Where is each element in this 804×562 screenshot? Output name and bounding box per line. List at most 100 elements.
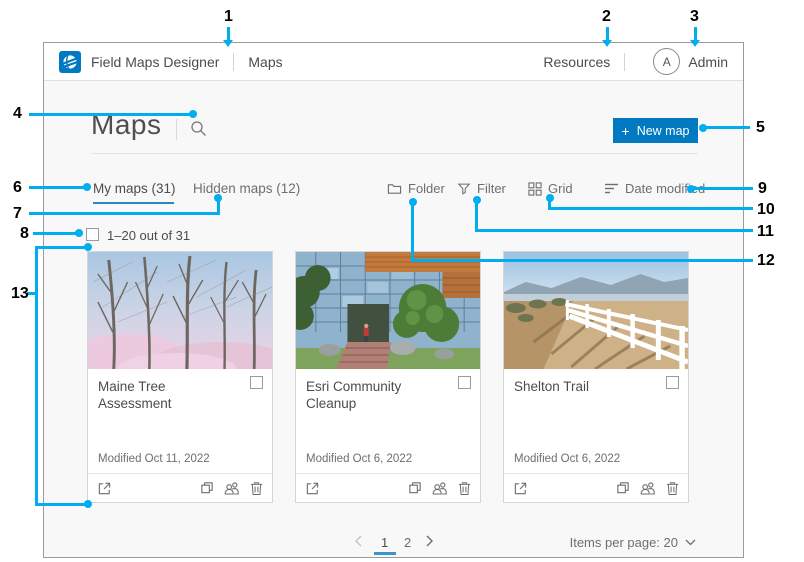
pagination-active-underline	[374, 552, 396, 555]
callout-10-line	[548, 207, 753, 210]
callout-1-label: 1	[224, 8, 233, 26]
callout-13-line	[35, 246, 38, 506]
card-checkbox[interactable]	[458, 376, 471, 389]
header-divider	[233, 53, 234, 71]
grid-icon	[528, 182, 542, 196]
open-map-icon[interactable]	[305, 481, 320, 496]
tab-hidden-maps[interactable]: Hidden maps (12)	[193, 181, 300, 196]
callout-13-dot	[84, 500, 92, 508]
card-footer	[88, 473, 272, 502]
callout-7-label: 7	[13, 205, 22, 223]
card-footer	[296, 473, 480, 502]
callout-11-dot	[473, 196, 481, 204]
share-group-icon[interactable]	[224, 481, 240, 495]
sort-icon	[604, 182, 619, 195]
callout-11-label: 11	[757, 223, 774, 241]
card-checkbox[interactable]	[666, 376, 679, 389]
pagination-page-2[interactable]: 2	[404, 535, 411, 550]
callout-13-line	[38, 246, 88, 249]
search-icon[interactable]	[190, 120, 207, 142]
callout-9-line	[691, 187, 753, 190]
card-checkbox[interactable]	[250, 376, 263, 389]
map-thumbnail-bare-trees	[88, 252, 272, 369]
callout-5-label: 5	[756, 119, 765, 137]
callout-2-line	[606, 27, 609, 41]
callout-3-label: 3	[690, 8, 699, 26]
open-map-icon[interactable]	[97, 481, 112, 496]
plus-icon: +	[622, 123, 630, 139]
folder-button[interactable]: Folder	[387, 181, 445, 196]
items-per-page-select[interactable]: Items per page: 20	[570, 535, 696, 550]
card-modified-date: Modified Oct 6, 2022	[306, 453, 412, 465]
card-title: Shelton Trail	[514, 378, 654, 395]
esri-logo-icon	[59, 51, 81, 73]
share-group-icon[interactable]	[640, 481, 656, 495]
callout-2-arrow	[602, 40, 612, 47]
callout-8-dot	[75, 229, 83, 237]
app-header: Field Maps Designer Maps Resources A Adm…	[44, 43, 743, 81]
pagination-page-1[interactable]: 1	[381, 535, 388, 550]
pagination-next-icon[interactable]	[425, 535, 434, 550]
map-card[interactable]: Shelton Trail Modified Oct 6, 2022	[503, 251, 689, 503]
card-title: Esri Community Cleanup	[306, 378, 446, 412]
card-modified-date: Modified Oct 6, 2022	[514, 453, 620, 465]
share-group-icon[interactable]	[432, 481, 448, 495]
username-menu[interactable]: Admin	[688, 54, 728, 70]
callout-12-dot	[409, 198, 417, 206]
callout-11-line	[475, 229, 753, 232]
card-body: Maine Tree Assessment Modified Oct 11, 2…	[88, 369, 272, 474]
callout-12-line	[411, 202, 414, 262]
filter-button[interactable]: Filter	[457, 181, 506, 196]
card-footer	[504, 473, 688, 502]
nav-maps[interactable]: Maps	[248, 54, 282, 70]
title-rule	[91, 153, 698, 154]
avatar[interactable]: A	[653, 48, 680, 75]
items-count-label: 1–20 out of 31	[107, 228, 190, 243]
callout-12-label: 12	[757, 252, 775, 270]
map-card[interactable]: Maine Tree Assessment Modified Oct 11, 2…	[87, 251, 273, 503]
app-title: Field Maps Designer	[91, 54, 219, 70]
callout-2-label: 2	[602, 8, 611, 26]
callout-4-line	[29, 113, 193, 116]
map-thumbnail-building	[296, 252, 480, 369]
new-map-button[interactable]: + New map	[613, 118, 698, 143]
duplicate-icon[interactable]	[616, 481, 630, 495]
callout-7-line	[29, 212, 220, 215]
card-body: Esri Community Cleanup Modified Oct 6, 2…	[296, 369, 480, 474]
select-all-checkbox[interactable]	[86, 228, 99, 241]
delete-icon[interactable]	[666, 481, 679, 496]
open-map-icon[interactable]	[513, 481, 528, 496]
filter-icon	[457, 181, 471, 196]
callout-3-arrow	[690, 40, 700, 47]
callout-6-label: 6	[13, 179, 22, 197]
callout-8-label: 8	[20, 225, 29, 243]
chevron-down-icon	[685, 539, 696, 546]
field-maps-designer-window: Field Maps Designer Maps Resources A Adm…	[43, 42, 744, 558]
callout-13-dot	[84, 243, 92, 251]
delete-icon[interactable]	[458, 481, 471, 496]
callout-4-dot	[189, 110, 197, 118]
header-divider	[624, 53, 625, 71]
map-thumbnail-trail	[504, 252, 688, 369]
callout-13-line	[38, 503, 88, 506]
callout-11-line	[475, 200, 478, 232]
callout-6-line	[29, 186, 87, 189]
folder-icon	[387, 181, 402, 196]
title-divider	[176, 119, 177, 140]
callout-5-dot	[699, 124, 707, 132]
resources-link[interactable]: Resources	[543, 54, 610, 70]
callout-12-line	[411, 259, 753, 262]
callout-9-dot	[687, 185, 695, 193]
screenshot-canvas: Field Maps Designer Maps Resources A Adm…	[0, 0, 804, 562]
tab-my-maps[interactable]: My maps (31)	[93, 181, 176, 196]
callout-7-dot	[214, 194, 222, 202]
callout-1-line	[227, 27, 230, 41]
callout-1-arrow	[223, 40, 233, 47]
delete-icon[interactable]	[250, 481, 263, 496]
pagination-prev-icon[interactable]	[354, 535, 363, 550]
map-card[interactable]: Esri Community Cleanup Modified Oct 6, 2…	[295, 251, 481, 503]
duplicate-icon[interactable]	[200, 481, 214, 495]
callout-13-label: 13	[11, 285, 29, 303]
callout-5-line	[703, 126, 750, 129]
duplicate-icon[interactable]	[408, 481, 422, 495]
